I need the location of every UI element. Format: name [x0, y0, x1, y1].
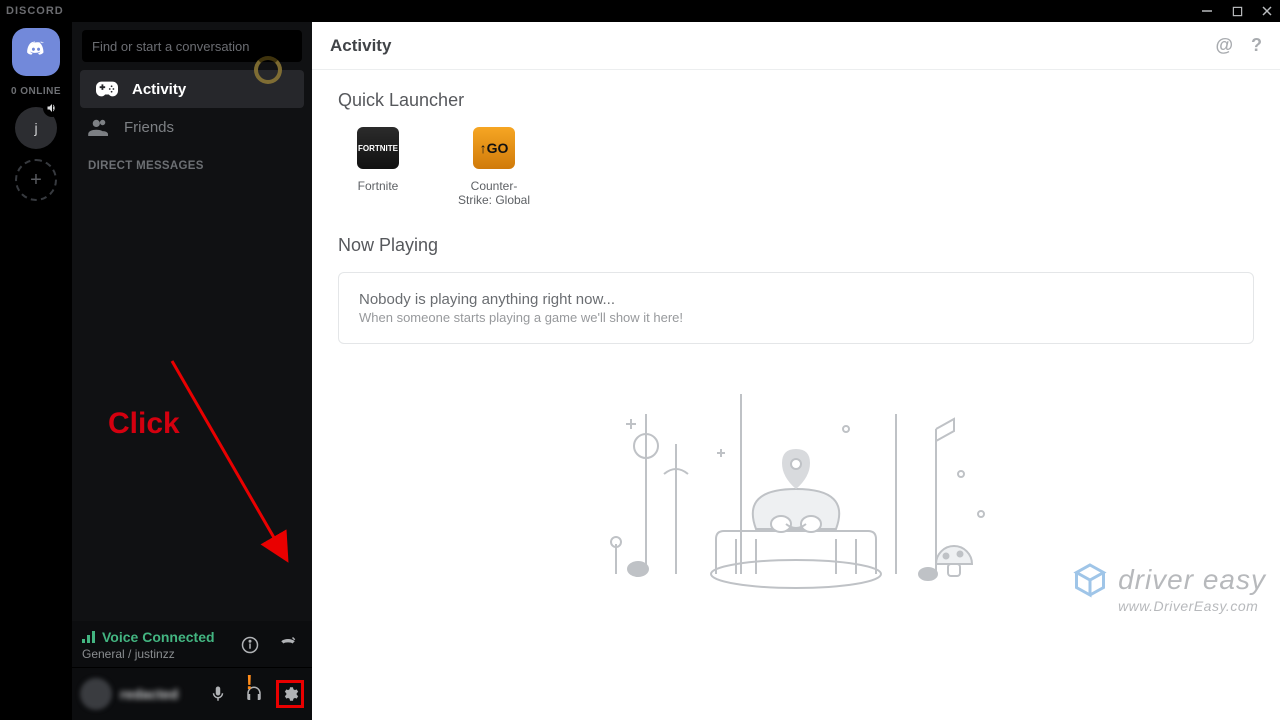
- window-close-icon[interactable]: [1260, 4, 1274, 18]
- signal-icon: [82, 631, 96, 643]
- microphone-icon: [209, 685, 227, 703]
- online-count-label: 0 ONLINE: [11, 86, 61, 97]
- empty-state-line2: When someone starts playing a game we'll…: [359, 310, 1233, 325]
- launcher-label: Fortnite: [358, 179, 399, 193]
- watermark: driver easy www.DriverEasy.com: [1072, 562, 1266, 614]
- warning-indicator-icon: !: [246, 672, 256, 694]
- mute-mic-button[interactable]: [204, 680, 232, 708]
- now-playing-empty-card: Nobody is playing anything right now... …: [338, 272, 1254, 344]
- window-maximize-icon[interactable]: [1230, 4, 1244, 18]
- dm-search-placeholder: Find or start a conversation: [92, 39, 250, 54]
- discord-logo-icon: [22, 38, 50, 66]
- voice-channel-name[interactable]: General / justinzz: [82, 647, 215, 661]
- discord-wordmark: DISCORD: [6, 5, 64, 17]
- window-titlebar: DISCORD: [0, 0, 1280, 22]
- quick-launcher-title: Quick Launcher: [338, 90, 1254, 111]
- launcher-item-fortnite[interactable]: FORTNITE Fortnite: [338, 127, 418, 207]
- add-server-button[interactable]: +: [15, 159, 57, 201]
- user-avatar[interactable]: [80, 678, 112, 710]
- fortnite-thumbnail: FORTNITE: [357, 127, 399, 169]
- now-playing-title: Now Playing: [338, 235, 1254, 256]
- server-avatar[interactable]: j: [15, 107, 57, 149]
- launcher-label: Counter-Strike: Global: [454, 179, 534, 207]
- watermark-url: www.DriverEasy.com: [1118, 598, 1266, 614]
- annotation-click-label: Click: [108, 407, 180, 441]
- annotation-arrow: [72, 321, 312, 621]
- friends-icon: [88, 118, 110, 136]
- watermark-brand: driver easy: [1118, 564, 1266, 596]
- help-icon[interactable]: ?: [1251, 35, 1262, 56]
- nav-activity-label: Activity: [132, 81, 186, 98]
- gamepad-icon: [96, 80, 118, 98]
- dm-section-header: DIRECT MESSAGES: [72, 146, 312, 178]
- user-settings-button[interactable]: [276, 680, 304, 708]
- nav-friends[interactable]: Friends: [72, 108, 312, 146]
- speaker-badge-icon: [43, 99, 61, 117]
- nav-friends-label: Friends: [124, 119, 174, 136]
- disconnect-call-icon[interactable]: [274, 631, 302, 659]
- user-panel: redacted !: [72, 668, 312, 720]
- user-display-name: redacted: [120, 686, 196, 702]
- gear-icon: [281, 685, 299, 703]
- window-minimize-icon[interactable]: [1200, 4, 1214, 18]
- loading-spinner-icon: [254, 56, 282, 84]
- page-title: Activity: [330, 36, 391, 56]
- content-header: Activity @ ?: [312, 22, 1280, 70]
- mentions-icon[interactable]: @: [1215, 35, 1233, 56]
- home-dm-button[interactable]: [12, 28, 60, 76]
- voice-connected-status: Voice Connected: [82, 629, 215, 645]
- empty-state-line1: Nobody is playing anything right now...: [359, 291, 1233, 308]
- voice-status-panel: Voice Connected General / justinzz: [72, 621, 312, 668]
- info-icon[interactable]: [236, 631, 264, 659]
- deafen-button[interactable]: !: [240, 680, 268, 708]
- csgo-thumbnail: ↑GO: [473, 127, 515, 169]
- watermark-cube-icon: [1072, 562, 1108, 598]
- launcher-item-csgo[interactable]: ↑GO Counter-Strike: Global: [454, 127, 534, 207]
- server-avatar-initial: j: [34, 120, 37, 136]
